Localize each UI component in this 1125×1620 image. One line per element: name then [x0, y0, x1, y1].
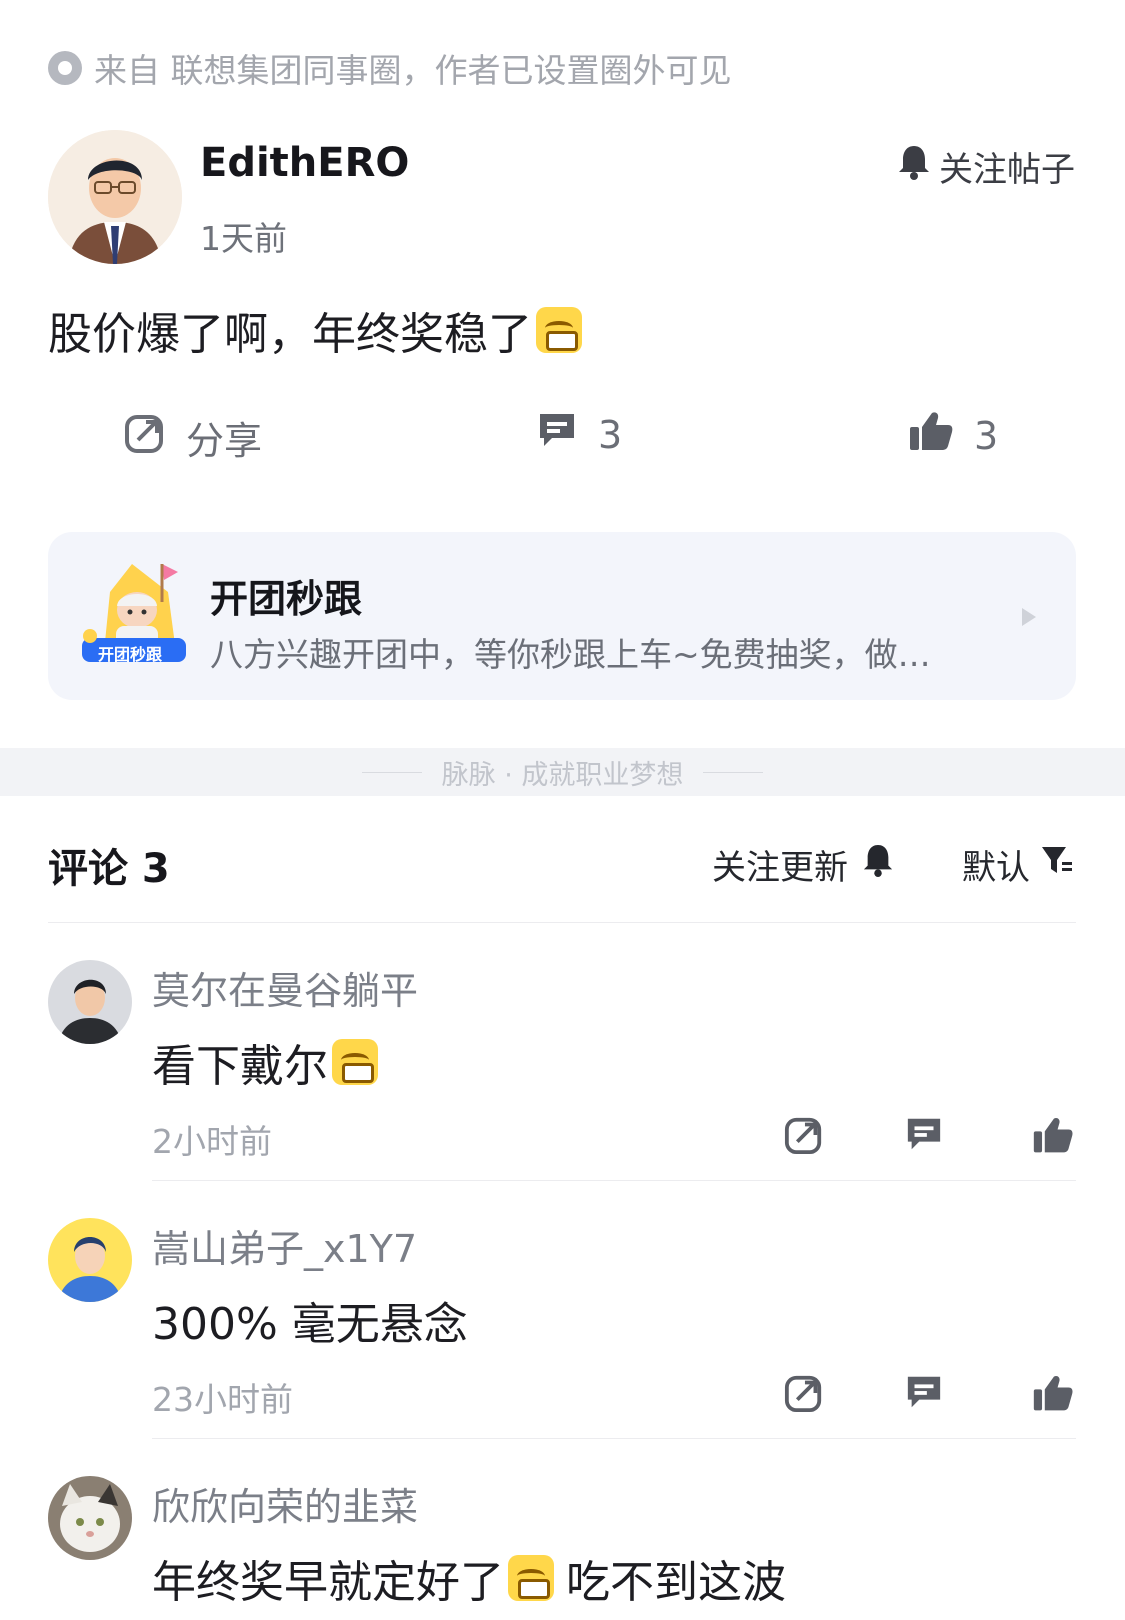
commenter-name[interactable]: 嵩山弟子_x1Y7: [152, 1218, 417, 1273]
comments-title: 评论 3: [48, 846, 170, 892]
share-icon[interactable]: [784, 1373, 824, 1417]
comments-header-divider: [48, 922, 1076, 923]
comment-item: 莫尔在曼谷躺平 看下戴尔 2小时前: [0, 960, 1125, 1180]
author-name[interactable]: EdithERO: [200, 140, 409, 186]
comment-text-continued: 吃不到这波: [566, 1557, 786, 1608]
commenter-name[interactable]: 欣欣向荣的韭菜: [152, 1476, 418, 1531]
comment-count: 3: [598, 412, 623, 457]
comment-icon[interactable]: [904, 1115, 944, 1157]
sort-dropdown[interactable]: 默认: [962, 840, 1074, 889]
comment-actions: [780, 1373, 1080, 1419]
commenter-avatar[interactable]: [48, 1476, 132, 1560]
post-time: 1天前: [200, 219, 287, 258]
share-button[interactable]: 分享: [124, 410, 262, 465]
bell-icon: [897, 144, 931, 189]
commenter-name[interactable]: 莫尔在曼谷躺平: [152, 960, 418, 1015]
like-button[interactable]: 3: [908, 410, 998, 461]
comment-divider: [152, 1180, 1076, 1181]
share-icon[interactable]: [784, 1115, 824, 1159]
circle-icon: [48, 51, 82, 85]
chevron-right-icon: [1022, 608, 1036, 626]
source-line[interactable]: 来自 联想集团同事圈，作者已设置圈外可见: [48, 44, 732, 92]
confused-emoji-icon: [332, 1039, 378, 1085]
comment-item: 嵩山弟子_x1Y7 300% 毫无悬念 23小时前: [0, 1218, 1125, 1438]
comment-divider: [152, 1438, 1076, 1439]
comment-item: 欣欣向荣的韭菜 年终奖早就定好了 吃不到这波: [0, 1476, 1125, 1620]
commenter-avatar[interactable]: [48, 1218, 132, 1302]
thumbs-up-icon[interactable]: [1032, 1115, 1074, 1159]
thumbs-up-icon[interactable]: [1032, 1373, 1074, 1417]
commenter-avatar[interactable]: [48, 960, 132, 1044]
divider-line: [361, 771, 422, 773]
comment-time: 2小时前: [152, 1122, 272, 1161]
comment-button[interactable]: 3: [536, 410, 622, 459]
sort-label: 默认: [962, 848, 1030, 888]
comment-actions: [780, 1115, 1080, 1161]
comment-text: 300% 毫无悬念: [152, 1299, 468, 1350]
grin-emoji-icon: [508, 1555, 554, 1601]
share-icon: [124, 412, 166, 463]
post-content: 股价爆了啊，年终奖稳了: [48, 298, 582, 362]
slogan-divider: 脉脉 · 成就职业梦想: [0, 748, 1125, 796]
source-text: 来自 联想集团同事圈，作者已设置圈外可见: [94, 51, 732, 90]
grin-emoji-icon: [536, 307, 582, 353]
comment-text: 年终奖早就定好了: [152, 1557, 504, 1608]
follow-post-button[interactable]: 关注帖子: [897, 142, 1075, 191]
slogan-text: 脉脉 · 成就职业梦想: [441, 759, 684, 791]
bell-icon: [862, 843, 894, 886]
filter-icon: [1040, 844, 1074, 885]
follow-post-label: 关注帖子: [939, 150, 1075, 190]
promo-title: 开团秒跟: [210, 577, 363, 621]
promo-badge-text: 开团秒跟: [98, 645, 163, 664]
comment-content: 300% 毫无悬念: [152, 1288, 468, 1352]
comment-content: 看下戴尔: [152, 1030, 378, 1094]
comment-icon: [536, 410, 578, 459]
author-avatar[interactable]: [48, 130, 182, 264]
follow-updates-button[interactable]: 关注更新: [712, 840, 894, 889]
comment-time: 23小时前: [152, 1380, 293, 1419]
follow-updates-label: 关注更新: [712, 848, 848, 888]
promo-description: 八方兴趣开团中，等你秒跟上车~免费抽奖，做…: [210, 635, 931, 674]
post-action-bar: 分享 3 3: [0, 410, 1125, 480]
divider-line: [703, 771, 764, 773]
comment-content: 年终奖早就定好了 吃不到这波: [152, 1546, 786, 1610]
promo-mascot-image: 开团秒跟: [80, 562, 190, 670]
share-label: 分享: [186, 419, 263, 463]
comment-text: 看下戴尔: [152, 1041, 328, 1092]
post-text: 股价爆了啊，年终奖稳了: [48, 309, 532, 360]
like-count: 3: [974, 413, 999, 458]
promo-card[interactable]: 开团秒跟 开团秒跟 八方兴趣开团中，等你秒跟上车~免费抽奖，做…: [48, 532, 1076, 700]
comment-icon[interactable]: [904, 1373, 944, 1415]
thumbs-up-icon: [908, 410, 954, 461]
